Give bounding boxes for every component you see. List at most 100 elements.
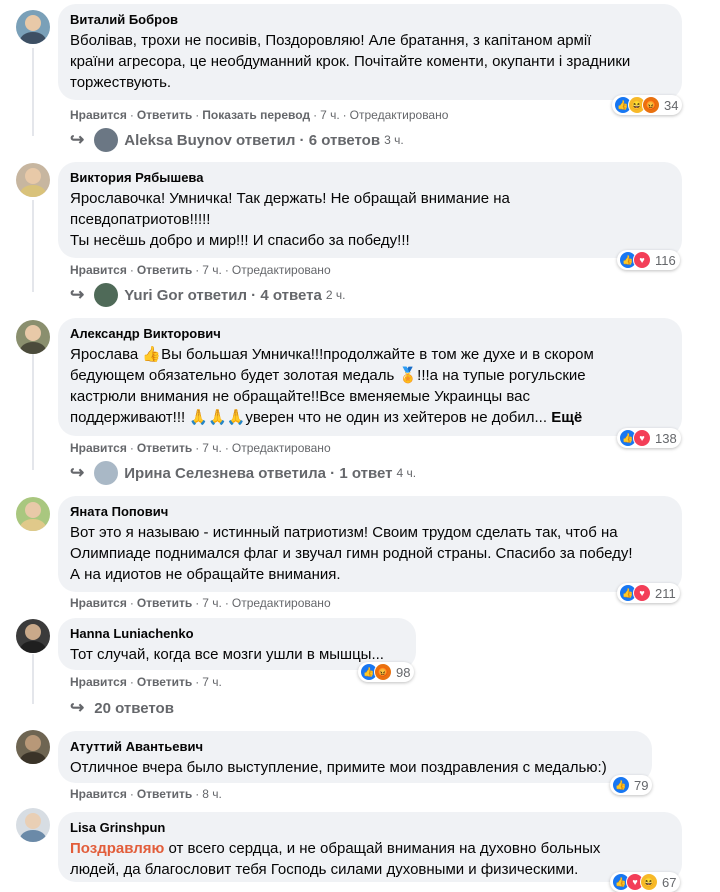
love-icon: ♥ bbox=[633, 584, 651, 602]
comment-author[interactable]: Виталий Бобров bbox=[70, 12, 670, 28]
comment-author[interactable]: Hanna Luniachenko bbox=[70, 626, 404, 642]
reaction-count: 98 bbox=[396, 664, 411, 680]
edited-label: Отредактировано bbox=[231, 441, 331, 455]
translate-button[interactable]: Показать перевод bbox=[202, 108, 310, 122]
comment-author[interactable]: Атуттий Авантьевич bbox=[70, 739, 640, 755]
comment-author[interactable]: Lisa Grinshpun bbox=[70, 820, 670, 836]
reaction-summary[interactable]: 👍 ♥ 116 bbox=[617, 250, 680, 270]
reply-button[interactable]: Ответить bbox=[137, 787, 192, 801]
like-icon: 👍 bbox=[612, 776, 630, 794]
comment-actions: Нравится · Ответить · 8 ч. bbox=[70, 787, 222, 801]
thread-line bbox=[32, 200, 34, 292]
like-button[interactable]: Нравится bbox=[70, 787, 127, 801]
comment-bubble: Виктория Рябышева Ярославочка! Умничка! … bbox=[58, 162, 682, 258]
comment-text: Отличное вчера было выступление, примите… bbox=[70, 759, 607, 776]
comment-text: Вот это я называю - истинный патриотизм!… bbox=[70, 524, 633, 583]
reply-arrow-icon: ↪ bbox=[70, 285, 85, 304]
reaction-summary[interactable]: 👍 ♥ 😆 67 bbox=[610, 872, 681, 892]
reply-verb: ответила bbox=[258, 464, 326, 482]
comment-text: Тот случай, когда все мозги ушли в мышцы… bbox=[70, 646, 384, 663]
reaction-summary[interactable]: 👍 ♥ 211 bbox=[617, 583, 680, 603]
reaction-count: 138 bbox=[655, 430, 677, 446]
comment-bubble: Атуттий Авантьевич Отличное вчера было в… bbox=[58, 731, 652, 783]
view-replies-link[interactable]: ↪ Ирина Селезнева ответила · 1 ответ 4 ч… bbox=[70, 461, 417, 485]
like-button[interactable]: Нравится bbox=[70, 596, 127, 610]
avatar[interactable] bbox=[16, 808, 50, 842]
avatar[interactable] bbox=[16, 730, 50, 764]
reaction-summary[interactable]: 👍 😡 98 bbox=[358, 662, 415, 682]
comment-text: Вболівав, трохи не посивів, Поздоровляю!… bbox=[70, 32, 631, 91]
angry-icon: 😡 bbox=[642, 96, 660, 114]
reply-author[interactable]: Yuri Gor bbox=[124, 287, 183, 304]
reply-time: 3 ч. bbox=[384, 133, 404, 147]
avatar[interactable] bbox=[16, 320, 50, 354]
reply-button[interactable]: Ответить bbox=[137, 263, 192, 277]
comment-text: Ярославочка! Умничка! Так держать! Не об… bbox=[70, 190, 510, 249]
comment-time[interactable]: 7 ч. bbox=[202, 441, 222, 455]
comment-time[interactable]: 7 ч. bbox=[320, 108, 340, 122]
edited-label: Отредактировано bbox=[231, 596, 331, 610]
reply-count[interactable]: 4 ответа bbox=[260, 287, 322, 304]
reaction-summary[interactable]: 👍 😆 😡 34 bbox=[612, 95, 683, 115]
thread-line bbox=[32, 654, 34, 704]
reaction-summary[interactable]: 👍 ♥ 138 bbox=[617, 428, 681, 448]
view-replies-link[interactable]: ↪ Aleksa Buynov ответил · 6 ответов 3 ч. bbox=[70, 128, 404, 152]
like-button[interactable]: Нравится bbox=[70, 441, 127, 455]
comment-text: Ярослава 👍Вы большая Умничка!!!продолжай… bbox=[70, 346, 594, 426]
reaction-count: 34 bbox=[664, 97, 679, 113]
like-button[interactable]: Нравится bbox=[70, 675, 127, 689]
comment-time[interactable]: 7 ч. bbox=[202, 675, 222, 689]
avatar[interactable] bbox=[16, 619, 50, 653]
reply-button[interactable]: Ответить bbox=[137, 596, 192, 610]
reaction-count: 79 bbox=[634, 777, 649, 793]
reply-arrow-icon: ↪ bbox=[70, 463, 85, 482]
reaction-summary[interactable]: 👍 79 bbox=[610, 775, 653, 795]
reply-arrow-icon: ↪ bbox=[70, 698, 85, 717]
highlighted-word[interactable]: Поздравляю bbox=[70, 840, 164, 857]
see-more-link[interactable]: Ещё bbox=[551, 409, 582, 426]
avatar[interactable] bbox=[16, 10, 50, 44]
reply-button[interactable]: Ответить bbox=[137, 108, 192, 122]
reply-button[interactable]: Ответить bbox=[137, 441, 192, 455]
comment-time[interactable]: 7 ч. bbox=[202, 263, 222, 277]
edited-label: Отредактировано bbox=[349, 108, 449, 122]
reply-author[interactable]: Ирина Селезнева bbox=[124, 465, 254, 482]
comment-author[interactable]: Виктория Рябышева bbox=[70, 170, 670, 186]
reply-count[interactable]: 6 ответов bbox=[309, 132, 380, 149]
comment-actions: Нравится · Ответить · 7 ч. · Отредактировано bbox=[70, 263, 331, 277]
love-icon: ♥ bbox=[633, 429, 651, 447]
avatar[interactable] bbox=[16, 497, 50, 531]
reply-count[interactable]: 1 ответ bbox=[339, 465, 392, 482]
comment-time[interactable]: 8 ч. bbox=[202, 787, 222, 801]
reply-button[interactable]: Ответить bbox=[137, 675, 192, 689]
love-icon: ♥ bbox=[633, 251, 651, 269]
comment-author[interactable]: Яната Попович bbox=[70, 504, 670, 520]
comment-actions: Нравится · Ответить · 7 ч. · Отредактировано bbox=[70, 441, 331, 455]
reply-avatar bbox=[94, 128, 119, 152]
reply-time: 4 ч. bbox=[396, 466, 417, 480]
reply-arrow-icon: ↪ bbox=[70, 130, 85, 149]
avatar[interactable] bbox=[16, 163, 50, 197]
view-replies-link[interactable]: ↪ 20 ответов bbox=[70, 697, 174, 719]
reply-avatar bbox=[94, 283, 119, 307]
comment-actions: Нравится · Ответить · 7 ч. bbox=[70, 675, 222, 689]
reply-author[interactable]: Aleksa Buynov bbox=[124, 132, 232, 149]
reply-count[interactable]: 20 ответов bbox=[94, 700, 174, 717]
like-button[interactable]: Нравится bbox=[70, 108, 127, 122]
reply-time: 2 ч. bbox=[325, 288, 346, 302]
reaction-count: 116 bbox=[655, 252, 676, 268]
thread-line bbox=[32, 48, 34, 136]
reaction-count: 67 bbox=[662, 874, 677, 890]
like-button[interactable]: Нравится bbox=[70, 263, 127, 277]
reaction-count: 211 bbox=[655, 585, 676, 601]
view-replies-link[interactable]: ↪ Yuri Gor ответил · 4 ответа 2 ч. bbox=[70, 283, 346, 307]
comment-bubble: Александр Викторович Ярослава 👍Вы больша… bbox=[58, 318, 682, 436]
comment-time[interactable]: 7 ч. bbox=[202, 596, 222, 610]
comment-text: Поздравляю от всего сердца, и не обращай… bbox=[70, 840, 601, 878]
comment-actions: Нравится · Ответить · 7 ч. · Отредактировано bbox=[70, 596, 331, 610]
comment-author[interactable]: Александр Викторович bbox=[70, 326, 670, 342]
comment-bubble: Виталий Бобров Вболівав, трохи не посиві… bbox=[58, 4, 682, 100]
reply-verb: ответил bbox=[235, 131, 296, 149]
thread-line bbox=[32, 352, 34, 470]
haha-icon: 😆 bbox=[640, 873, 658, 891]
